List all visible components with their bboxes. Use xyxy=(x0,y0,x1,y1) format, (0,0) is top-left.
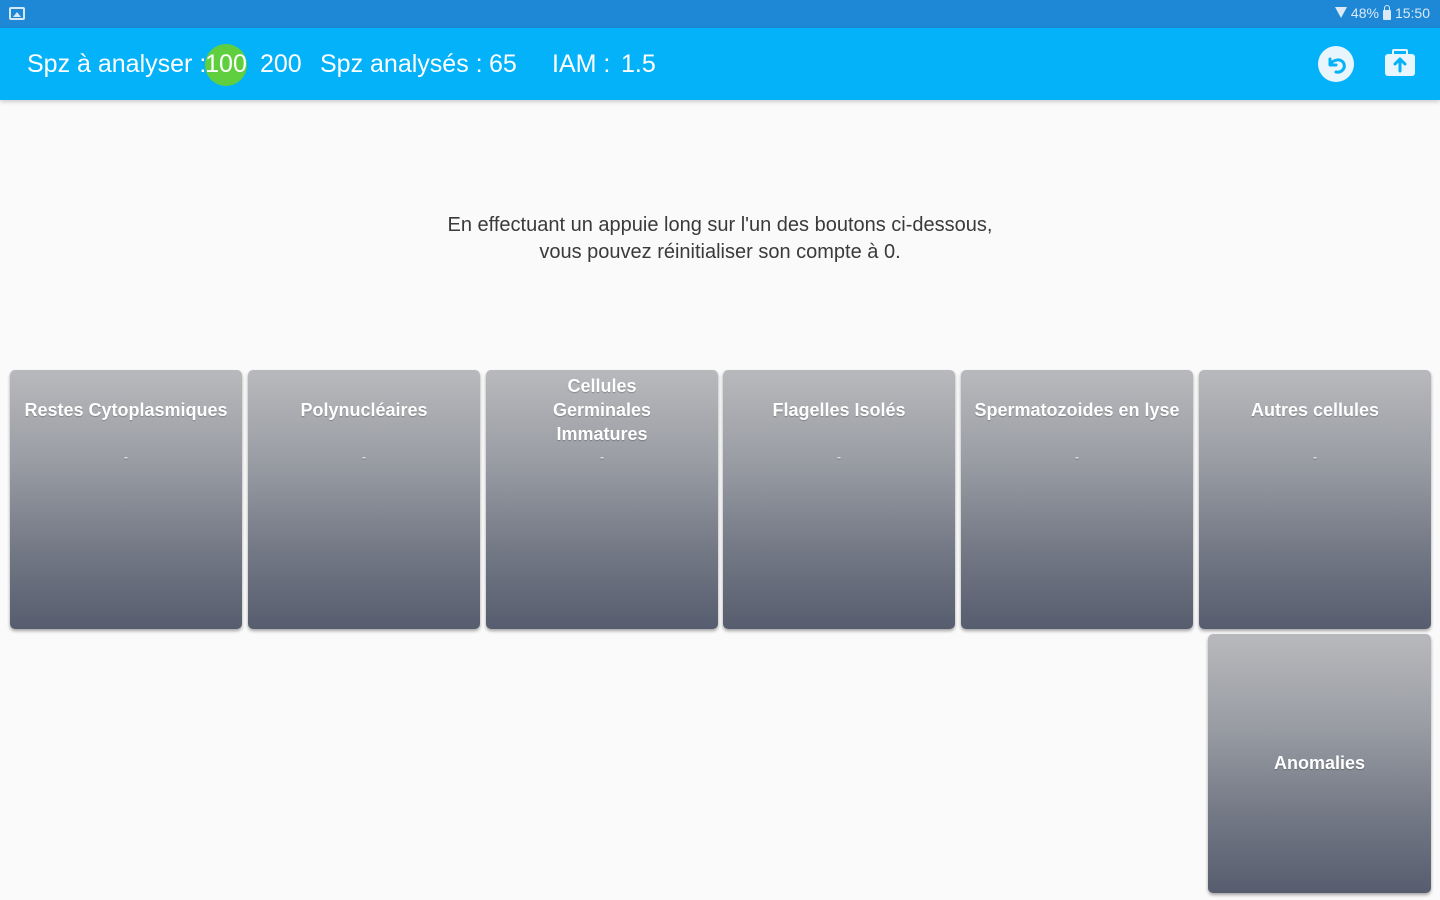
to-analyze-option-200[interactable]: 200 xyxy=(260,50,302,79)
status-bar: 48% 15:50 xyxy=(0,0,1440,28)
reset-instructions: En effectuant un appuie long sur l'un de… xyxy=(320,212,1120,266)
to-analyze-label: Spz à analyser : xyxy=(27,50,207,78)
counter-button-polynucleaires[interactable]: Polynucléaires - xyxy=(248,370,480,629)
counter-value: - xyxy=(1075,450,1079,464)
undo-button[interactable] xyxy=(1318,46,1354,82)
undo-icon xyxy=(1319,47,1353,81)
gallery-notification-icon xyxy=(9,7,25,20)
counter-label: Autres cellules xyxy=(1250,400,1380,420)
export-button[interactable] xyxy=(1384,48,1416,78)
counter-value: - xyxy=(362,450,366,464)
counter-button-flagelles-isoles[interactable]: Flagelles Isolés - xyxy=(723,370,955,629)
counter-value: - xyxy=(124,450,128,464)
counter-label-line-2: Germinales xyxy=(552,400,652,420)
counter-value: - xyxy=(1313,450,1317,464)
counter-value: - xyxy=(837,450,841,464)
battery-level: 48% xyxy=(1350,5,1379,21)
counter-button-restes-cytoplasmiques[interactable]: Restes Cytoplasmiques - xyxy=(10,370,242,629)
analyzed-value: 65 xyxy=(489,50,517,78)
counter-button-autres-cellules[interactable]: Autres cellules - xyxy=(1199,370,1431,629)
counter-label-line-1: Cellules xyxy=(567,376,637,396)
instructions-line-1: En effectuant un appuie long sur l'un de… xyxy=(447,214,993,236)
iam-label: IAM : xyxy=(552,50,611,78)
counter-button-cellules-germinales-immatures[interactable]: Cellules Germinales Immatures - xyxy=(486,370,718,629)
battery-icon xyxy=(1382,4,1391,20)
counter-label-line-3: Immatures xyxy=(556,424,648,444)
wifi-icon xyxy=(1334,7,1347,19)
upload-box-icon xyxy=(1385,49,1415,76)
status-indicators: 48% 15:50 xyxy=(1334,4,1430,21)
analyzed-label: Spz analysés : xyxy=(320,50,483,78)
clock: 15:50 xyxy=(1394,5,1430,21)
anomalies-button[interactable]: Anomalies xyxy=(1208,634,1431,893)
counter-label: Restes Cytoplasmiques xyxy=(24,400,228,420)
counter-label: Spermatozoides en lyse xyxy=(974,400,1180,420)
app-bar: Spz à analyser : 100 200 Spz analysés : … xyxy=(0,28,1440,100)
iam-value: 1.5 xyxy=(621,50,656,78)
counter-button-spermatozoides-en-lyse[interactable]: Spermatozoides en lyse - xyxy=(961,370,1193,629)
counter-label: Flagelles Isolés xyxy=(772,400,906,420)
counter-value: - xyxy=(600,450,604,464)
counter-label: Polynucléaires xyxy=(300,400,428,420)
instructions-line-2: vous pouvez réinitialiser son compte à 0… xyxy=(539,241,901,263)
to-analyze-option-100[interactable]: 100 xyxy=(205,50,247,79)
anomalies-label: Anomalies xyxy=(1273,753,1366,773)
